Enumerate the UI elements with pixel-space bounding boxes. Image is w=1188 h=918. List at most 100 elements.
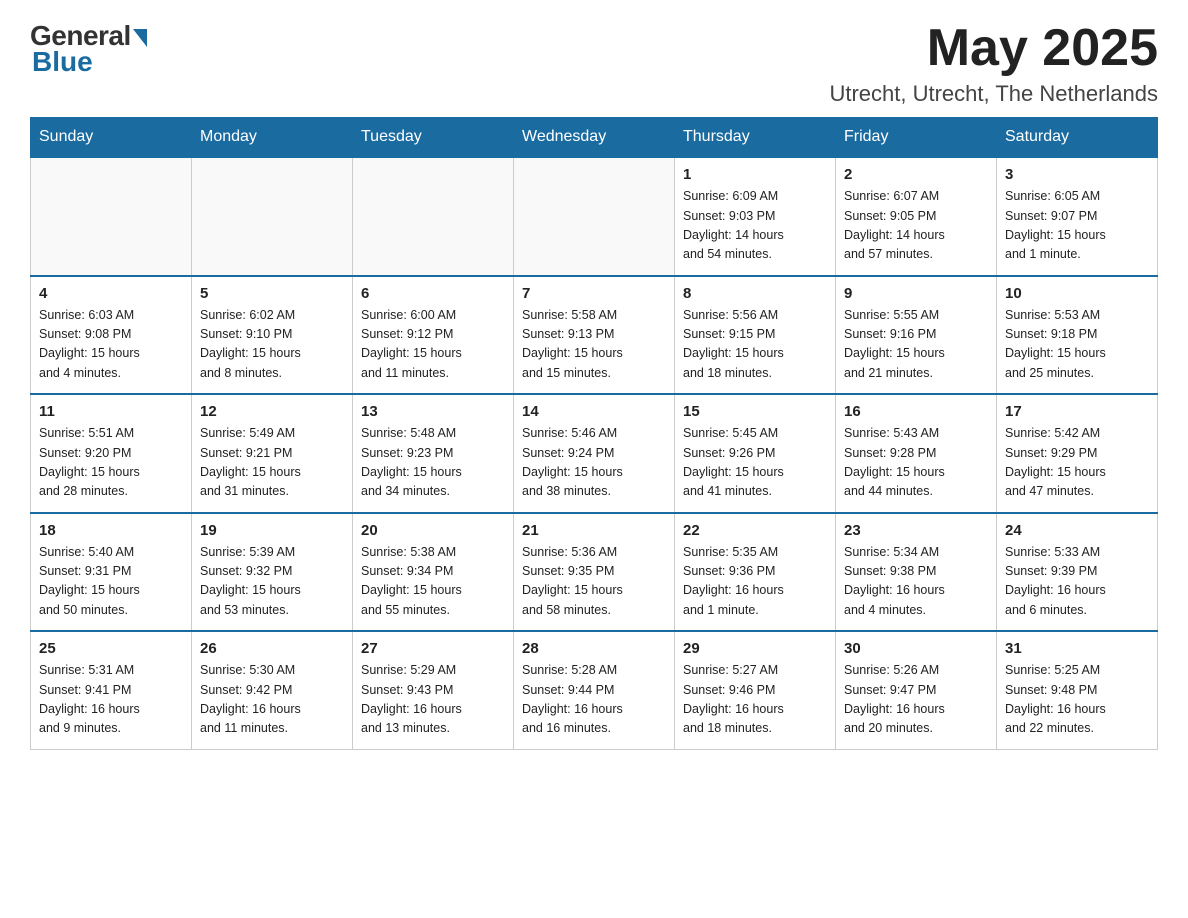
day-info: Sunrise: 5:29 AMSunset: 9:43 PMDaylight:… <box>361 661 505 739</box>
logo-arrow-icon <box>133 29 147 47</box>
day-info: Sunrise: 6:09 AMSunset: 9:03 PMDaylight:… <box>683 187 827 265</box>
day-info: Sunrise: 5:31 AMSunset: 9:41 PMDaylight:… <box>39 661 183 739</box>
day-number: 12 <box>200 403 344 420</box>
day-info: Sunrise: 6:02 AMSunset: 9:10 PMDaylight:… <box>200 306 344 384</box>
calendar-cell: 28 Sunrise: 5:28 AMSunset: 9:44 PMDayligh… <box>514 631 675 749</box>
day-number: 17 <box>1005 403 1149 420</box>
calendar-cell: 6 Sunrise: 6:00 AMSunset: 9:12 PMDaylight… <box>353 276 514 395</box>
location-title: Utrecht, Utrecht, The Netherlands <box>829 81 1158 107</box>
day-number: 20 <box>361 522 505 539</box>
day-number: 13 <box>361 403 505 420</box>
day-number: 19 <box>200 522 344 539</box>
calendar-cell: 5 Sunrise: 6:02 AMSunset: 9:10 PMDaylight… <box>192 276 353 395</box>
day-number: 7 <box>522 285 666 302</box>
day-number: 24 <box>1005 522 1149 539</box>
calendar-cell <box>192 157 353 276</box>
calendar-cell: 27 Sunrise: 5:29 AMSunset: 9:43 PMDayligh… <box>353 631 514 749</box>
day-info: Sunrise: 5:51 AMSunset: 9:20 PMDaylight:… <box>39 424 183 502</box>
calendar-cell: 30 Sunrise: 5:26 AMSunset: 9:47 PMDayligh… <box>836 631 997 749</box>
day-info: Sunrise: 5:30 AMSunset: 9:42 PMDaylight:… <box>200 661 344 739</box>
day-number: 21 <box>522 522 666 539</box>
day-info: Sunrise: 5:46 AMSunset: 9:24 PMDaylight:… <box>522 424 666 502</box>
calendar-cell <box>31 157 192 276</box>
day-info: Sunrise: 6:03 AMSunset: 9:08 PMDaylight:… <box>39 306 183 384</box>
logo: General Blue <box>30 20 147 78</box>
calendar-week-row-2: 4 Sunrise: 6:03 AMSunset: 9:08 PMDaylight… <box>31 276 1158 395</box>
calendar-cell: 12 Sunrise: 5:49 AMSunset: 9:21 PMDayligh… <box>192 394 353 513</box>
calendar-cell: 4 Sunrise: 6:03 AMSunset: 9:08 PMDaylight… <box>31 276 192 395</box>
day-number: 2 <box>844 166 988 183</box>
calendar-cell: 22Sunrise: 5:35 AMSunset: 9:36 PMDayligh… <box>675 513 836 632</box>
calendar-cell: 20 Sunrise: 5:38 AMSunset: 9:34 PMDayligh… <box>353 513 514 632</box>
day-number: 23 <box>844 522 988 539</box>
calendar-cell: 21 Sunrise: 5:36 AMSunset: 9:35 PMDayligh… <box>514 513 675 632</box>
day-info: Sunrise: 5:45 AMSunset: 9:26 PMDaylight:… <box>683 424 827 502</box>
day-info: Sunrise: 5:38 AMSunset: 9:34 PMDaylight:… <box>361 543 505 621</box>
calendar-cell: 11 Sunrise: 5:51 AMSunset: 9:20 PMDayligh… <box>31 394 192 513</box>
day-info: Sunrise: 5:26 AMSunset: 9:47 PMDaylight:… <box>844 661 988 739</box>
day-info: Sunrise: 5:43 AMSunset: 9:28 PMDaylight:… <box>844 424 988 502</box>
calendar-cell: 1 Sunrise: 6:09 AMSunset: 9:03 PMDaylight… <box>675 157 836 276</box>
day-number: 11 <box>39 403 183 420</box>
weekday-header-friday: Friday <box>836 118 997 158</box>
calendar-cell: 23Sunrise: 5:34 AMSunset: 9:38 PMDayligh… <box>836 513 997 632</box>
day-info: Sunrise: 5:58 AMSunset: 9:13 PMDaylight:… <box>522 306 666 384</box>
month-title: May 2025 <box>829 20 1158 77</box>
day-number: 22 <box>683 522 827 539</box>
day-number: 6 <box>361 285 505 302</box>
calendar-cell: 9Sunrise: 5:55 AMSunset: 9:16 PMDaylight… <box>836 276 997 395</box>
calendar-cell: 17 Sunrise: 5:42 AMSunset: 9:29 PMDayligh… <box>997 394 1158 513</box>
calendar-cell: 3Sunrise: 6:05 AMSunset: 9:07 PMDaylight… <box>997 157 1158 276</box>
calendar-week-row-4: 18Sunrise: 5:40 AMSunset: 9:31 PMDayligh… <box>31 513 1158 632</box>
weekday-header-thursday: Thursday <box>675 118 836 158</box>
title-block: May 2025 Utrecht, Utrecht, The Netherlan… <box>829 20 1158 107</box>
day-number: 26 <box>200 640 344 657</box>
day-info: Sunrise: 6:07 AMSunset: 9:05 PMDaylight:… <box>844 187 988 265</box>
calendar-week-row-5: 25 Sunrise: 5:31 AMSunset: 9:41 PMDayligh… <box>31 631 1158 749</box>
day-info: Sunrise: 5:49 AMSunset: 9:21 PMDaylight:… <box>200 424 344 502</box>
weekday-header-monday: Monday <box>192 118 353 158</box>
logo-blue-text: Blue <box>32 46 93 78</box>
calendar-cell: 29 Sunrise: 5:27 AMSunset: 9:46 PMDayligh… <box>675 631 836 749</box>
day-info: Sunrise: 5:53 AMSunset: 9:18 PMDaylight:… <box>1005 306 1149 384</box>
calendar-cell: 13 Sunrise: 5:48 AMSunset: 9:23 PMDayligh… <box>353 394 514 513</box>
calendar-header-row: SundayMondayTuesdayWednesdayThursdayFrid… <box>31 118 1158 158</box>
calendar-cell: 19 Sunrise: 5:39 AMSunset: 9:32 PMDayligh… <box>192 513 353 632</box>
day-info: Sunrise: 5:27 AMSunset: 9:46 PMDaylight:… <box>683 661 827 739</box>
day-number: 29 <box>683 640 827 657</box>
day-number: 5 <box>200 285 344 302</box>
day-number: 30 <box>844 640 988 657</box>
weekday-header-wednesday: Wednesday <box>514 118 675 158</box>
day-number: 8 <box>683 285 827 302</box>
day-number: 18 <box>39 522 183 539</box>
calendar-cell <box>514 157 675 276</box>
calendar-cell: 31 Sunrise: 5:25 AMSunset: 9:48 PMDayligh… <box>997 631 1158 749</box>
day-number: 16 <box>844 403 988 420</box>
day-info: Sunrise: 5:39 AMSunset: 9:32 PMDaylight:… <box>200 543 344 621</box>
weekday-header-sunday: Sunday <box>31 118 192 158</box>
calendar-cell <box>353 157 514 276</box>
day-number: 10 <box>1005 285 1149 302</box>
calendar-cell: 18Sunrise: 5:40 AMSunset: 9:31 PMDayligh… <box>31 513 192 632</box>
day-info: Sunrise: 5:36 AMSunset: 9:35 PMDaylight:… <box>522 543 666 621</box>
day-number: 4 <box>39 285 183 302</box>
page-header: General Blue May 2025 Utrecht, Utrecht, … <box>30 20 1158 107</box>
day-info: Sunrise: 5:25 AMSunset: 9:48 PMDaylight:… <box>1005 661 1149 739</box>
calendar-cell: 25 Sunrise: 5:31 AMSunset: 9:41 PMDayligh… <box>31 631 192 749</box>
calendar-week-row-1: 1 Sunrise: 6:09 AMSunset: 9:03 PMDaylight… <box>31 157 1158 276</box>
day-number: 25 <box>39 640 183 657</box>
day-info: Sunrise: 5:56 AMSunset: 9:15 PMDaylight:… <box>683 306 827 384</box>
day-number: 31 <box>1005 640 1149 657</box>
day-info: Sunrise: 5:55 AMSunset: 9:16 PMDaylight:… <box>844 306 988 384</box>
calendar-cell: 24Sunrise: 5:33 AMSunset: 9:39 PMDayligh… <box>997 513 1158 632</box>
calendar-cell: 26 Sunrise: 5:30 AMSunset: 9:42 PMDayligh… <box>192 631 353 749</box>
day-info: Sunrise: 5:42 AMSunset: 9:29 PMDaylight:… <box>1005 424 1149 502</box>
calendar-cell: 16 Sunrise: 5:43 AMSunset: 9:28 PMDayligh… <box>836 394 997 513</box>
day-number: 14 <box>522 403 666 420</box>
day-info: Sunrise: 6:00 AMSunset: 9:12 PMDaylight:… <box>361 306 505 384</box>
day-number: 28 <box>522 640 666 657</box>
day-info: Sunrise: 5:28 AMSunset: 9:44 PMDaylight:… <box>522 661 666 739</box>
day-number: 27 <box>361 640 505 657</box>
day-number: 1 <box>683 166 827 183</box>
day-info: Sunrise: 5:48 AMSunset: 9:23 PMDaylight:… <box>361 424 505 502</box>
